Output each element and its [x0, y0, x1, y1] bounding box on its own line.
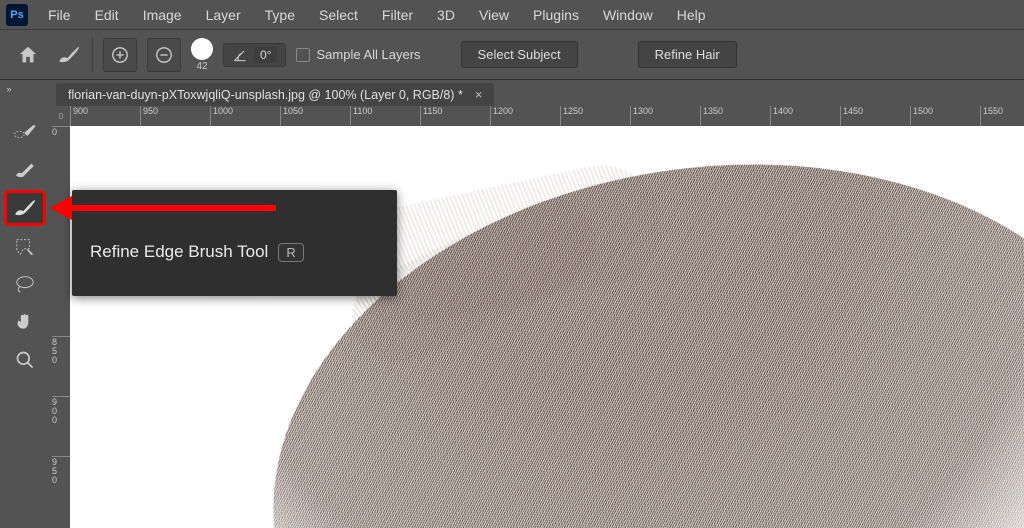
home-button[interactable]	[10, 38, 46, 72]
h-ruler-tick: 1000	[210, 106, 233, 126]
tooltip-shortcut-key: R	[278, 243, 303, 262]
h-ruler-tick: 1400	[770, 106, 793, 126]
h-ruler-tick: 1250	[560, 106, 583, 126]
close-icon[interactable]: ×	[471, 87, 487, 102]
brush-size-preview[interactable]: 42	[191, 38, 213, 72]
h-ruler-tick: 1100	[350, 106, 372, 126]
annotation-arrow	[56, 205, 276, 211]
tooltip-title: Refine Edge Brush Tool	[90, 242, 268, 262]
app-logo: Ps	[6, 4, 28, 26]
canvas[interactable]	[70, 126, 1024, 528]
brush-circle-icon	[191, 38, 213, 60]
add-to-selection-button[interactable]	[103, 38, 137, 72]
lasso-icon	[14, 274, 36, 294]
subtract-from-selection-button[interactable]	[147, 38, 181, 72]
minus-circle-icon	[155, 46, 173, 64]
v-ruler-tick: 950	[52, 456, 70, 485]
polygon-lasso-icon	[14, 236, 36, 256]
h-ruler-tick: 1150	[420, 106, 442, 126]
brush-icon	[13, 160, 37, 180]
angle-icon	[232, 47, 248, 63]
h-ruler-tick: 1450	[840, 106, 863, 126]
menu-window[interactable]: Window	[593, 3, 663, 27]
h-ruler-tick: 1500	[910, 106, 933, 126]
menu-filter[interactable]: Filter	[372, 3, 423, 27]
h-ruler-tick: 1200	[490, 106, 513, 126]
ruler-corner: 0	[52, 106, 70, 126]
h-ruler-tick: 900	[70, 106, 88, 126]
menu-plugins[interactable]: Plugins	[523, 3, 589, 27]
menu-image[interactable]: Image	[133, 3, 192, 27]
angle-value: 0°	[254, 47, 277, 63]
menu-help[interactable]: Help	[667, 3, 716, 27]
plus-circle-icon	[111, 46, 129, 64]
menu-edit[interactable]: Edit	[85, 3, 129, 27]
h-ruler-tick: 1300	[630, 106, 653, 126]
menu-layer[interactable]: Layer	[196, 3, 251, 27]
brush-size-value: 42	[196, 61, 207, 72]
document-tab-row: florian-van-duyn-pXToxwjqliQ-unsplash.jp…	[0, 80, 1024, 106]
separator	[92, 38, 93, 72]
work-area: 0 900 950 1000 1050 1100 1150 1200 1250 1300 1350…	[52, 106, 1024, 528]
select-subject-button[interactable]: Select Subject	[461, 41, 578, 68]
document-tab[interactable]: florian-van-duyn-pXToxwjqliQ-unsplash.jp…	[56, 83, 494, 106]
zoom-tool[interactable]	[6, 344, 44, 376]
menu-bar: Ps File Edit Image Layer Type Select Fil…	[0, 0, 1024, 30]
brush-tool[interactable]	[6, 154, 44, 186]
v-ruler-tick: 900	[52, 396, 70, 425]
lasso-tool[interactable]	[6, 268, 44, 300]
brush-angle-field[interactable]: 0°	[223, 43, 286, 67]
checkbox-icon	[296, 48, 310, 62]
document-tab-title: florian-van-duyn-pXToxwjqliQ-unsplash.jp…	[68, 88, 463, 102]
h-ruler-tick: 1350	[700, 106, 723, 126]
options-bar: 42 0° Sample All Layers Select Subject R…	[0, 30, 1024, 80]
sample-all-layers-checkbox[interactable]: Sample All Layers	[296, 47, 420, 62]
magnify-icon	[15, 350, 35, 370]
hand-tool[interactable]	[6, 306, 44, 338]
menu-select[interactable]: Select	[309, 3, 368, 27]
menu-file[interactable]: File	[38, 3, 81, 27]
polygon-lasso-tool[interactable]	[6, 230, 44, 262]
menu-type[interactable]: Type	[255, 3, 305, 27]
horizontal-ruler[interactable]: 900 950 1000 1050 1100 1150 1200 1250 1300 1350 14…	[70, 106, 1024, 126]
vertical-ruler[interactable]: 0 850 900 950	[52, 126, 70, 528]
h-ruler-tick: 1050	[280, 106, 303, 126]
tool-strip	[2, 110, 48, 382]
refine-hair-button[interactable]: Refine Hair	[638, 41, 737, 68]
v-ruler-tick: 850	[52, 336, 70, 365]
sample-all-layers-label: Sample All Layers	[316, 47, 420, 62]
tool-mode-brush-icon[interactable]	[56, 38, 82, 72]
home-icon	[17, 44, 39, 66]
panel-expand-handle[interactable]: »	[0, 80, 18, 98]
quick-selection-tool[interactable]	[6, 116, 44, 148]
v-ruler-tick: 0	[52, 126, 70, 137]
hand-icon	[15, 312, 35, 332]
h-ruler-tick: 950	[140, 106, 158, 126]
menu-view[interactable]: View	[469, 3, 519, 27]
refine-edge-brush-icon	[12, 197, 38, 219]
h-ruler-tick: 1550	[980, 106, 1003, 126]
menu-3d[interactable]: 3D	[427, 3, 465, 27]
quick-select-brush-icon	[13, 122, 37, 142]
